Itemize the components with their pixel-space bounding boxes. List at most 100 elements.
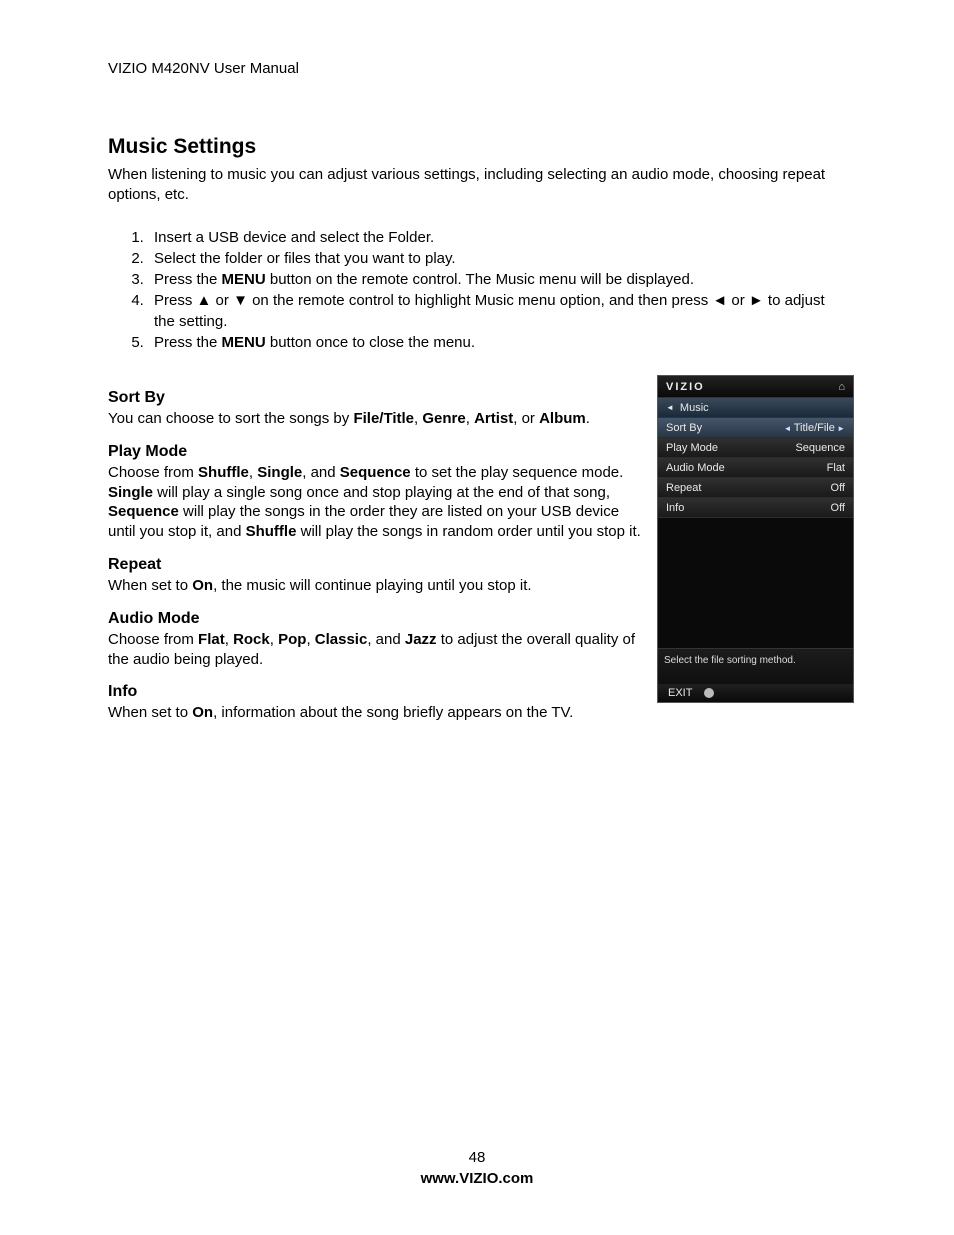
page-footer: 48 www.VIZIO.com bbox=[0, 1149, 954, 1187]
text: File/Title bbox=[353, 410, 414, 427]
right-chevron-icon: ► bbox=[835, 424, 845, 433]
text: . bbox=[586, 410, 590, 427]
text: Press bbox=[154, 292, 197, 309]
osd-brand: VIZIO bbox=[666, 381, 705, 393]
up-arrow-icon: ▲ bbox=[197, 292, 212, 309]
text: Choose from bbox=[108, 464, 198, 481]
osd-spacer bbox=[658, 518, 853, 648]
text: Pop bbox=[278, 631, 306, 648]
section-intro: When listening to music you can adjust v… bbox=[108, 165, 848, 206]
osd-row-info: Info Off bbox=[658, 498, 853, 518]
osd-row-value: Off bbox=[831, 502, 845, 514]
osd-breadcrumb: ◄ Music bbox=[658, 398, 853, 418]
text: Single bbox=[257, 464, 302, 481]
down-arrow-icon: ▼ bbox=[233, 292, 248, 309]
step-2: Select the folder or files that you want… bbox=[148, 249, 848, 269]
osd-row-label: Play Mode bbox=[666, 442, 718, 454]
via-button-icon bbox=[704, 688, 714, 698]
sortby-title: Sort By bbox=[108, 389, 643, 407]
document-header: VIZIO M420NV User Manual bbox=[108, 60, 854, 77]
repeat-title: Repeat bbox=[108, 556, 643, 574]
text: Single bbox=[108, 484, 153, 501]
sortby-body: You can choose to sort the songs by File… bbox=[108, 409, 643, 429]
text: Artist bbox=[474, 410, 513, 427]
text: , and bbox=[302, 464, 340, 481]
text: or bbox=[211, 292, 233, 309]
text: On bbox=[192, 704, 213, 721]
left-arrow-icon: ◄ bbox=[712, 292, 727, 309]
osd-row-label: Sort By bbox=[666, 422, 702, 434]
text: , bbox=[249, 464, 257, 481]
osd-footer: EXIT bbox=[658, 684, 853, 702]
repeat-body: When set to On, the music will continue … bbox=[108, 576, 643, 596]
text: Press the bbox=[154, 334, 222, 351]
text: button once to close the menu. bbox=[266, 334, 475, 351]
info-body: When set to On, information about the so… bbox=[108, 703, 643, 723]
right-arrow-icon: ► bbox=[749, 292, 764, 309]
text: Sequence bbox=[340, 464, 411, 481]
playmode-title: Play Mode bbox=[108, 443, 643, 461]
step-1: Insert a USB device and select the Folde… bbox=[148, 228, 848, 248]
text: , the music will continue playing until … bbox=[213, 577, 532, 594]
step-3: Press the MENU button on the remote cont… bbox=[148, 270, 848, 290]
osd-row-sortby: Sort By ◄ Title/File ► bbox=[658, 418, 853, 438]
text: Rock bbox=[233, 631, 270, 648]
osd-row-label: Repeat bbox=[666, 482, 701, 494]
step-5: Press the MENU button once to close the … bbox=[148, 333, 848, 353]
audiomode-body: Choose from Flat, Rock, Pop, Classic, an… bbox=[108, 630, 643, 670]
section-title: Music Settings bbox=[108, 135, 854, 159]
osd-row-value: Flat bbox=[827, 462, 845, 474]
text: Shuffle bbox=[246, 523, 297, 540]
left-chevron-icon: ◄ bbox=[784, 424, 794, 433]
osd-hint: Select the file sorting method. bbox=[658, 648, 853, 684]
text: Insert a USB device and select the bbox=[154, 229, 388, 246]
info-title: Info bbox=[108, 683, 643, 701]
text: , bbox=[306, 631, 314, 648]
text: Sequence bbox=[108, 503, 179, 520]
text: Album bbox=[539, 410, 586, 427]
footer-url: www.VIZIO.com bbox=[0, 1170, 954, 1187]
osd-menu: VIZIO ⌂ ◄ Music Sort By ◄ Title/File ► P… bbox=[657, 375, 854, 703]
text: or bbox=[727, 292, 749, 309]
osd-rows: Sort By ◄ Title/File ► Play Mode Sequenc… bbox=[658, 418, 853, 518]
playmode-body: Choose from Shuffle, Single, and Sequenc… bbox=[108, 463, 643, 542]
text: Genre bbox=[422, 410, 465, 427]
osd-breadcrumb-label: Music bbox=[680, 402, 709, 414]
menu-label: MENU bbox=[222, 271, 266, 288]
menu-label: MENU bbox=[222, 334, 266, 351]
text: , information about the song briefly app… bbox=[213, 704, 573, 721]
osd-row-label: Audio Mode bbox=[666, 462, 725, 474]
text: on the remote control to highlight Music… bbox=[248, 292, 712, 309]
osd-row-playmode: Play Mode Sequence bbox=[658, 438, 853, 458]
osd-exit-label: EXIT bbox=[668, 687, 692, 699]
text: Press the bbox=[154, 271, 222, 288]
text: Flat bbox=[198, 631, 225, 648]
text: Folder. bbox=[388, 229, 434, 246]
steps-list: Insert a USB device and select the Folde… bbox=[108, 228, 848, 354]
osd-row-label: Info bbox=[666, 502, 684, 514]
text: When set to bbox=[108, 577, 192, 594]
text: On bbox=[192, 577, 213, 594]
osd-row-repeat: Repeat Off bbox=[658, 478, 853, 498]
text: , bbox=[225, 631, 233, 648]
text: will play the songs in random order unti… bbox=[296, 523, 640, 540]
step-4: Press ▲ or ▼ on the remote control to hi… bbox=[148, 291, 848, 332]
text: , or bbox=[513, 410, 539, 427]
text: will play a single song once and stop pl… bbox=[153, 484, 610, 501]
audiomode-title: Audio Mode bbox=[108, 610, 643, 628]
text: button on the remote control. The Music … bbox=[266, 271, 694, 288]
osd-row-value: ◄ Title/File ► bbox=[784, 422, 845, 434]
osd-row-audiomode: Audio Mode Flat bbox=[658, 458, 853, 478]
text: , and bbox=[367, 631, 405, 648]
text: Choose from bbox=[108, 631, 198, 648]
osd-row-value: Off bbox=[831, 482, 845, 494]
text: , bbox=[270, 631, 278, 648]
text: to set the play sequence mode. bbox=[411, 464, 624, 481]
text: Classic bbox=[315, 631, 368, 648]
home-icon: ⌂ bbox=[838, 381, 845, 393]
text: Shuffle bbox=[198, 464, 249, 481]
text: Title/File bbox=[794, 422, 835, 434]
text: You can choose to sort the songs by bbox=[108, 410, 353, 427]
page-number: 48 bbox=[0, 1149, 954, 1166]
text: , bbox=[466, 410, 474, 427]
